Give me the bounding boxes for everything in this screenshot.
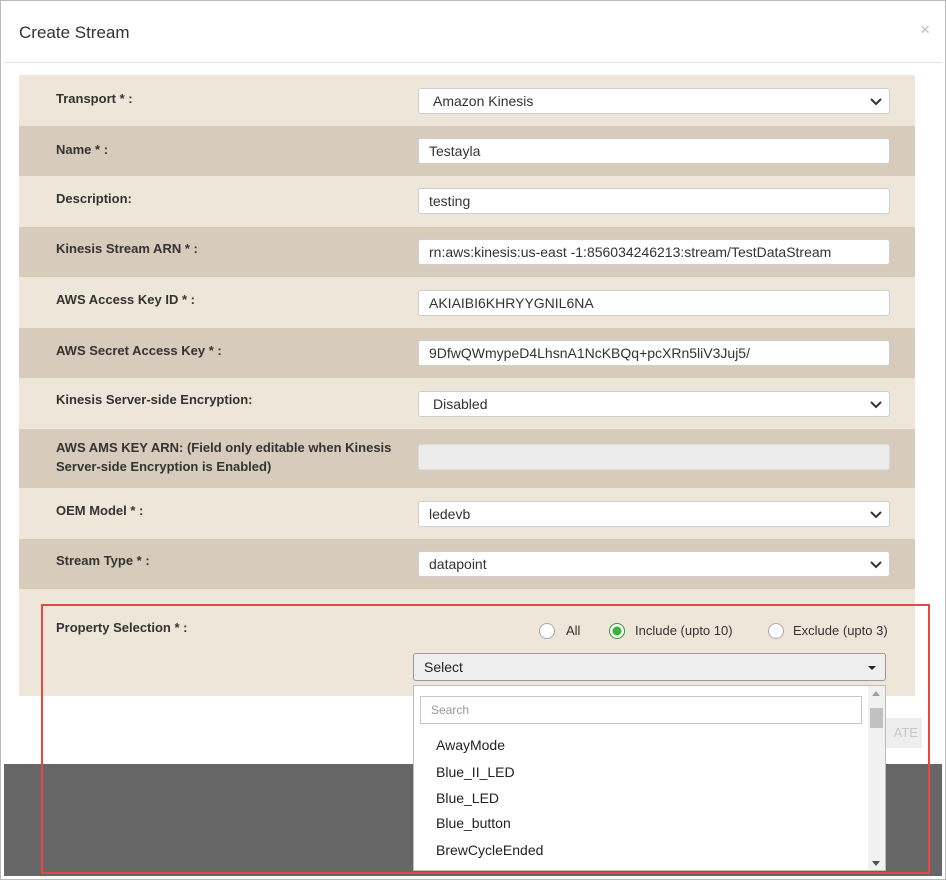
transport-row: Transport * : Amazon Kinesis: [19, 75, 915, 126]
secret-key-input[interactable]: 9DfwQWmypeD4LhsnA1NcKBQq+pcXRn5liV3Juj5/: [418, 340, 890, 366]
kinesis-arn-label: Kinesis Stream ARN * :: [56, 241, 198, 256]
chevron-down-icon: [870, 561, 882, 569]
property-option-blue-ii-led[interactable]: Blue_II_LED: [436, 764, 515, 780]
encryption-label: Kinesis Server-side Encryption:: [56, 392, 253, 407]
header-divider: [4, 62, 942, 63]
oem-model-row: OEM Model * : ledevb: [19, 488, 915, 539]
create-stream-modal: Create Stream × Transport * : Amazon Kin…: [4, 4, 942, 764]
oem-model-select[interactable]: ledevb: [418, 501, 890, 527]
ams-key-label-line2: Server-side Encryption is Enabled): [56, 459, 272, 474]
property-option-awaymode[interactable]: AwayMode: [436, 737, 505, 753]
radio-exclude-label: Exclude (upto 3): [793, 623, 888, 638]
encryption-value: Disabled: [433, 396, 488, 412]
stream-type-row: Stream Type * : datapoint: [19, 539, 915, 589]
name-input[interactable]: Testayla: [418, 138, 890, 164]
property-search-input[interactable]: Search: [420, 696, 862, 724]
chevron-down-icon: [870, 401, 882, 409]
radio-all[interactable]: [539, 623, 555, 639]
transport-value: Amazon Kinesis: [433, 93, 534, 109]
close-icon[interactable]: ×: [920, 20, 930, 40]
description-row: Description: testing: [19, 176, 915, 227]
secret-key-label: AWS Secret Access Key * :: [56, 343, 222, 358]
caret-down-icon: [868, 666, 876, 670]
encryption-row: Kinesis Server-side Encryption: Disabled: [19, 378, 915, 429]
property-select-dropdown[interactable]: Select: [413, 653, 886, 681]
stream-type-value: datapoint: [429, 556, 487, 572]
stream-type-select[interactable]: datapoint: [418, 551, 890, 577]
encryption-select[interactable]: Disabled: [418, 391, 890, 417]
property-select-value: Select: [424, 659, 463, 675]
ams-key-label: AWS AMS KEY ARN: (Field only editable wh…: [56, 438, 396, 476]
kinesis-arn-row: Kinesis Stream ARN * : rn:aws:kinesis:us…: [19, 227, 915, 277]
description-label: Description:: [56, 191, 132, 206]
access-key-input[interactable]: AKIAIBI6KHRYYGNIL6NA: [418, 290, 890, 316]
scroll-down-icon[interactable]: [872, 861, 880, 866]
chevron-down-icon: [870, 98, 882, 106]
radio-include[interactable]: [609, 623, 625, 639]
radio-all-label: All: [566, 623, 581, 638]
scroll-thumb[interactable]: [870, 708, 883, 728]
transport-label: Transport * :: [56, 91, 133, 106]
name-label: Name * :: [56, 142, 109, 157]
property-selection-radio-group: All Include (upto 10) Exclude (upto 3): [19, 589, 915, 649]
property-option-blue-led[interactable]: Blue_LED: [436, 790, 499, 806]
property-option-brewcycleended[interactable]: BrewCycleEnded: [436, 842, 543, 858]
access-key-label: AWS Access Key ID * :: [56, 292, 195, 307]
property-dropdown-panel: Search AwayMode Blue_II_LED Blue_LED Blu…: [413, 685, 886, 871]
secret-key-row: AWS Secret Access Key * : 9DfwQWmypeD4Lh…: [19, 328, 915, 378]
ams-key-label-line1: AWS AMS KEY ARN: (Field only editable wh…: [56, 440, 392, 455]
chevron-down-icon: [870, 511, 882, 519]
ams-key-input: [418, 444, 890, 470]
kinesis-arn-input[interactable]: rn:aws:kinesis:us-east -1:856034246213:s…: [418, 239, 890, 265]
access-key-row: AWS Access Key ID * : AKIAIBI6KHRYYGNIL6…: [19, 277, 915, 328]
property-option-blue-button[interactable]: Blue_button: [436, 815, 511, 831]
oem-model-label: OEM Model * :: [56, 503, 144, 518]
stream-type-label: Stream Type * :: [56, 553, 150, 568]
radio-exclude[interactable]: [768, 623, 784, 639]
transport-select[interactable]: Amazon Kinesis: [418, 88, 890, 114]
modal-title: Create Stream: [19, 23, 130, 42]
oem-model-value: ledevb: [429, 506, 471, 522]
radio-include-label: Include (upto 10): [635, 623, 733, 638]
name-row: Name * : Testayla: [19, 126, 915, 176]
dropdown-scrollbar[interactable]: [868, 686, 885, 870]
description-input[interactable]: testing: [418, 188, 890, 214]
scroll-up-icon[interactable]: [872, 691, 880, 696]
ams-key-row: AWS AMS KEY ARN: (Field only editable wh…: [19, 429, 915, 488]
